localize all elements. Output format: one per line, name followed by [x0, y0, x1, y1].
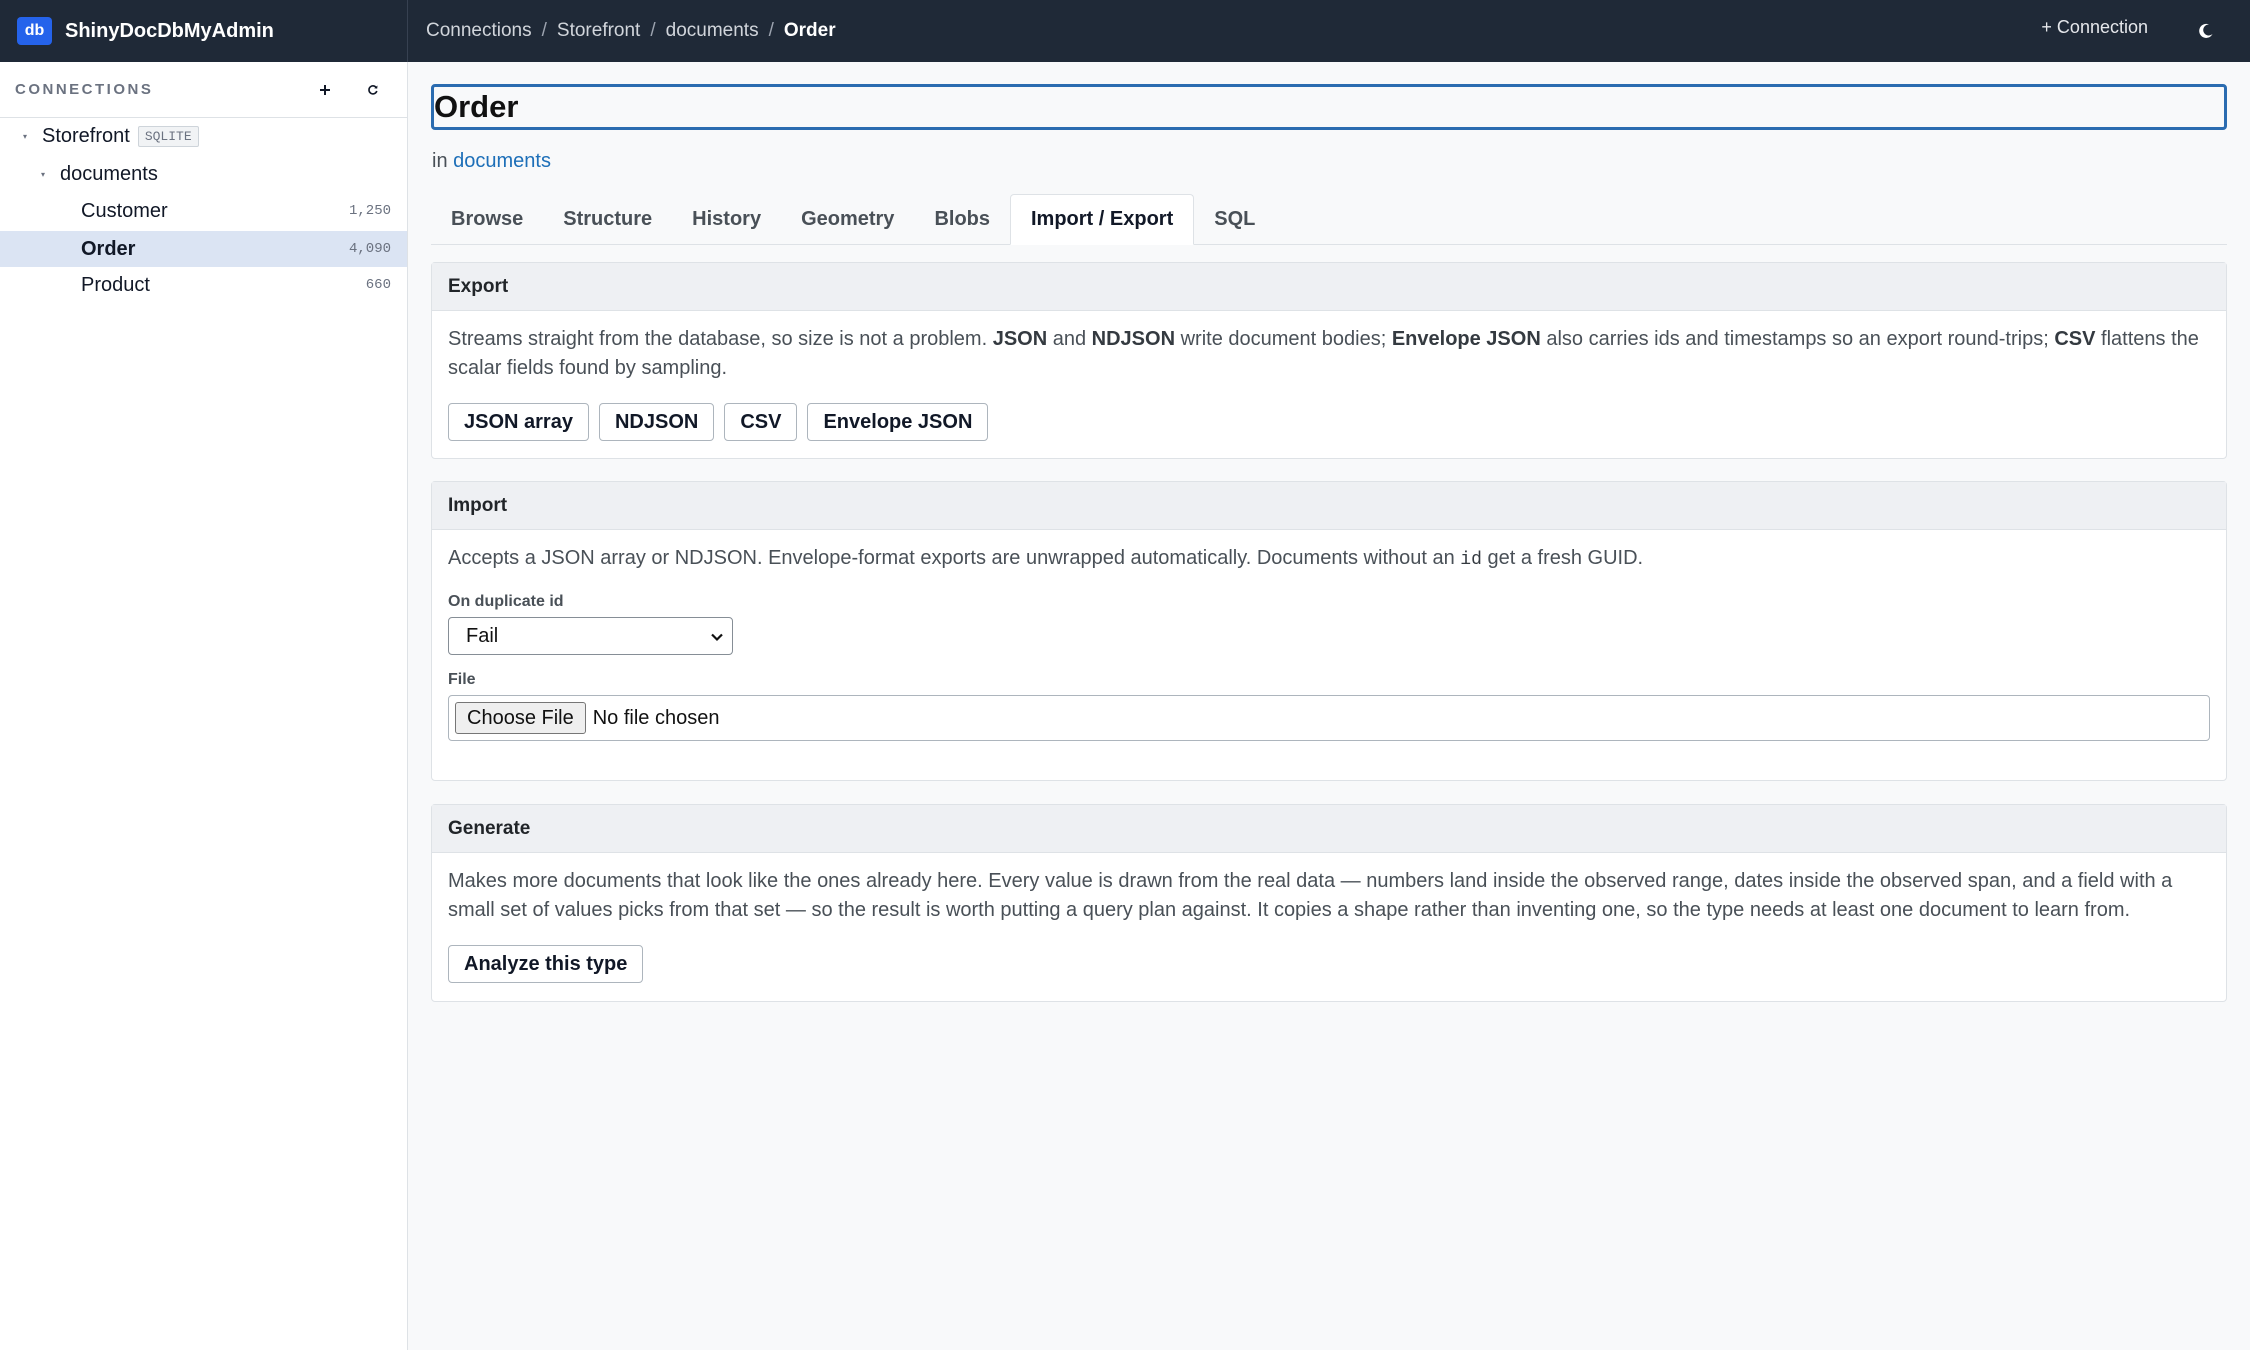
type-label: Order: [81, 237, 136, 260]
chevron-down-icon: [710, 627, 724, 650]
parent-database-link[interactable]: documents: [453, 150, 551, 172]
connection-label: Storefront: [42, 124, 130, 147]
database-label: documents: [60, 162, 158, 185]
breadcrumb-separator: /: [650, 20, 656, 41]
top-actions: + Connection: [2033, 17, 2250, 46]
export-description: Streams straight from the database, so s…: [448, 328, 2199, 379]
analyze-type-button[interactable]: Analyze this type: [448, 945, 644, 983]
sidebar-header: CONNECTIONS: [0, 62, 407, 118]
breadcrumb-separator: /: [541, 20, 547, 41]
tree-type-order[interactable]: Order 4,090: [0, 231, 407, 267]
moon-icon[interactable]: [2192, 17, 2220, 45]
file-status: No file chosen: [592, 706, 720, 729]
duplicate-id-label: On duplicate id: [448, 593, 564, 610]
engine-badge: SQLITE: [137, 125, 199, 147]
import-heading: Import: [432, 482, 2226, 530]
parent-line: in documents: [432, 150, 551, 173]
export-card: Export Streams straight from the databas…: [431, 262, 2227, 459]
tree-type-customer[interactable]: Customer 1,250: [0, 193, 407, 229]
breadcrumb-current: Order: [783, 20, 836, 41]
caret-down-icon: ▾: [22, 131, 27, 141]
breadcrumb: Connections / Storefront / documents / O…: [408, 20, 836, 42]
choose-file-button[interactable]: Choose File: [455, 702, 586, 734]
file-label: File: [448, 671, 476, 688]
caret-down-icon: ▾: [40, 169, 45, 179]
app-name: ShinyDocDbMyAdmin: [65, 19, 274, 42]
export-csv-button[interactable]: CSV: [724, 403, 798, 441]
generate-heading: Generate: [432, 805, 2226, 853]
tab-geometry[interactable]: Geometry: [781, 194, 914, 244]
brand[interactable]: db ShinyDocDbMyAdmin: [0, 0, 408, 62]
import-card: Import Accepts a JSON array or NDJSON. E…: [431, 481, 2227, 781]
type-label: Product: [81, 273, 150, 296]
breadcrumb-documents[interactable]: documents: [666, 20, 759, 42]
export-heading: Export: [432, 263, 2226, 311]
tab-import-export[interactable]: Import / Export: [1010, 194, 1195, 245]
tab-structure[interactable]: Structure: [543, 194, 672, 244]
in-prefix: in: [432, 150, 448, 172]
import-description: Accepts a JSON array or NDJSON. Envelope…: [448, 547, 1644, 570]
tab-history[interactable]: History: [672, 194, 781, 244]
tab-bar: Browse Structure History Geometry Blobs …: [431, 194, 2227, 245]
breadcrumb-separator: /: [768, 20, 774, 41]
top-bar: db ShinyDocDbMyAdmin Connections / Store…: [0, 0, 2250, 62]
export-ndjson-button[interactable]: NDJSON: [598, 403, 715, 441]
type-title-input[interactable]: Order: [431, 84, 2227, 130]
tab-browse[interactable]: Browse: [431, 194, 543, 244]
app-logo: db: [17, 17, 52, 45]
tree-connection-storefront[interactable]: ▾ Storefront SQLITE: [0, 118, 407, 154]
document-count: 4,090: [348, 241, 391, 257]
breadcrumb-storefront[interactable]: Storefront: [557, 20, 640, 42]
refresh-icon[interactable]: [361, 78, 385, 102]
sidebar-title: CONNECTIONS: [15, 81, 154, 98]
main-content: Order in documents Browse Structure Hist…: [409, 62, 2250, 1350]
generate-card: Generate Makes more documents that look …: [431, 804, 2227, 1002]
tab-sql[interactable]: SQL: [1194, 194, 1275, 244]
duplicate-id-select[interactable]: Fail: [448, 617, 733, 655]
file-input[interactable]: Choose File No file chosen: [448, 695, 2210, 741]
tree-database-documents[interactable]: ▾ documents: [0, 156, 407, 192]
tab-blobs[interactable]: Blobs: [914, 194, 1010, 244]
duplicate-id-value: Fail: [466, 624, 499, 647]
type-label: Customer: [81, 199, 168, 222]
plus-icon[interactable]: [313, 78, 337, 102]
breadcrumb-connections[interactable]: Connections: [426, 20, 532, 42]
document-count: 1,250: [348, 203, 391, 219]
export-envelope-json-button[interactable]: Envelope JSON: [807, 403, 989, 441]
sidebar: CONNECTIONS ▾ Storefront SQLITE ▾ docume…: [0, 62, 408, 1350]
new-connection-button[interactable]: + Connection: [2033, 13, 2156, 42]
tree-type-product[interactable]: Product 660: [0, 267, 407, 303]
document-count: 660: [365, 277, 391, 293]
export-json-array-button[interactable]: JSON array: [448, 403, 589, 441]
generate-description: Makes more documents that look like the …: [448, 870, 2173, 921]
